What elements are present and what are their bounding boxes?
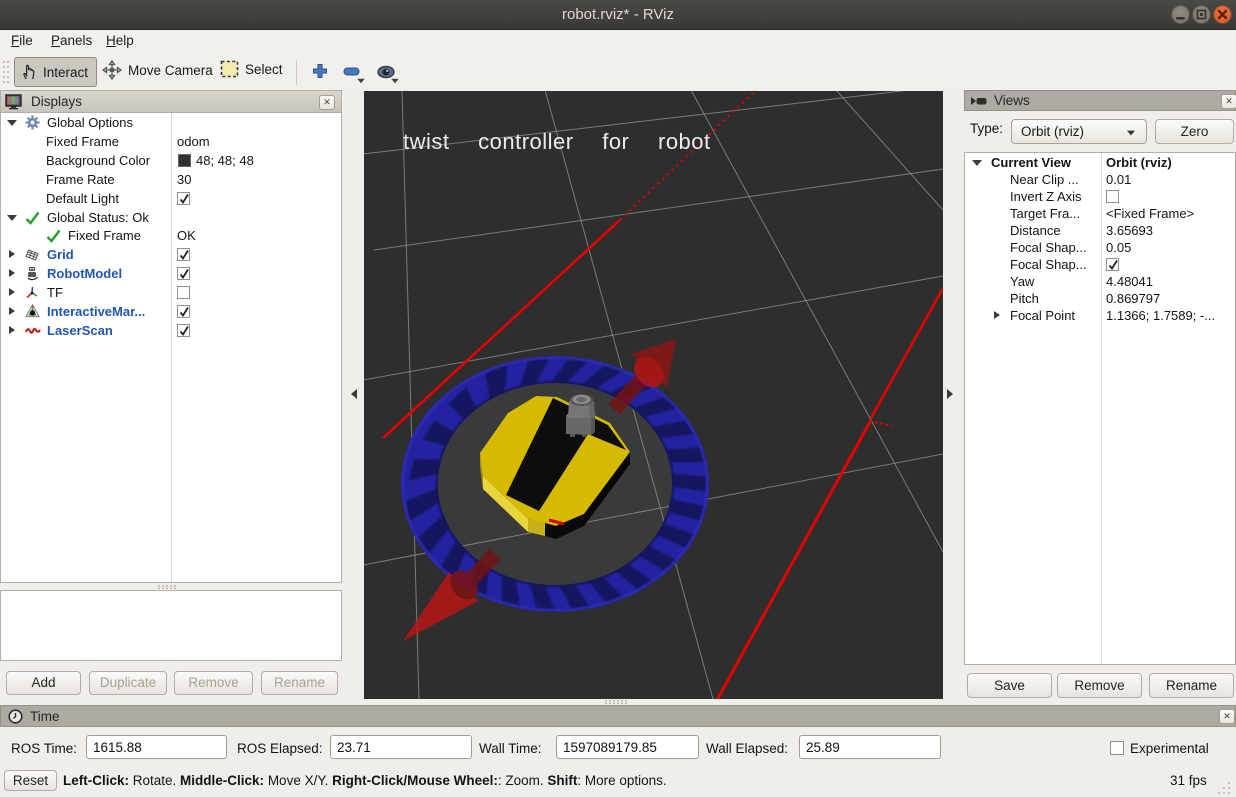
svg-text:twist controller for robot: twist controller for robot [403,129,711,154]
